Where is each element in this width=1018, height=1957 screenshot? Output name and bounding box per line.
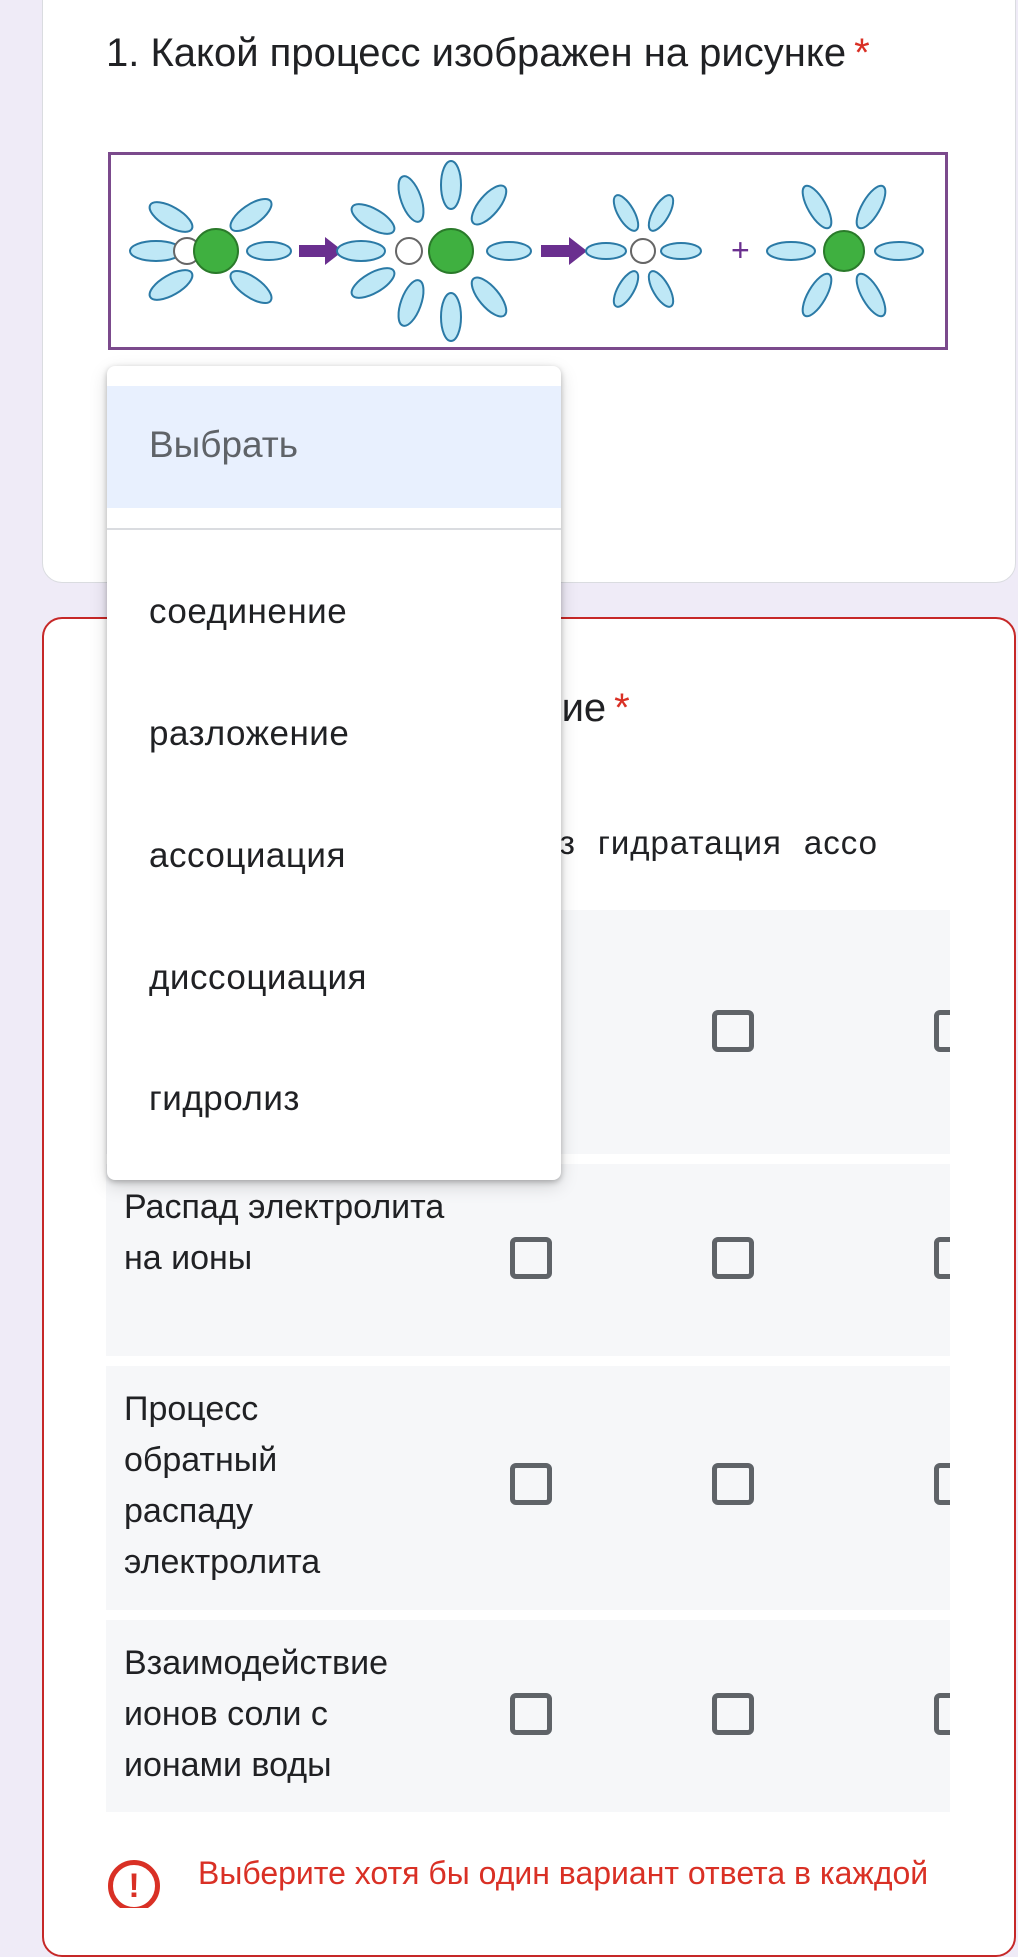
dropdown-placeholder-option[interactable]: Выбрать xyxy=(107,386,561,508)
dropdown-placeholder-label: Выбрать xyxy=(149,424,299,465)
required-asterisk: * xyxy=(854,31,870,75)
grid-row: Процесс обратный распаду электролита xyxy=(106,1366,950,1610)
validation-error: ! Выберите хотя бы один вариант ответа в… xyxy=(108,1848,988,1908)
checkbox[interactable] xyxy=(712,1693,754,1735)
checkbox[interactable] xyxy=(510,1463,552,1505)
checkbox[interactable] xyxy=(712,1237,754,1279)
question-1-title: 1. Какой процесс изображен на рисунке * xyxy=(106,26,870,80)
dropdown-option[interactable]: разложение xyxy=(149,714,349,754)
dropdown-option[interactable]: диссоциация xyxy=(149,958,367,998)
column-header: ассо xyxy=(803,824,878,861)
dropdown-option[interactable]: ассоциация xyxy=(149,836,346,876)
grid-row: Взаимодействие ионов соли с ионами воды xyxy=(106,1620,950,1812)
cl-ion-hydrated xyxy=(766,184,924,318)
required-asterisk: * xyxy=(614,686,630,730)
arrow-2 xyxy=(541,237,587,265)
checkbox[interactable] xyxy=(712,1010,754,1052)
dropdown-option[interactable]: соединение xyxy=(149,592,347,632)
grid-row: Распад электролита на ионы xyxy=(106,1164,950,1356)
row-label: Распад электролита на ионы xyxy=(124,1188,445,1277)
hcl-molecule-polarized xyxy=(336,160,532,342)
question-1-text: 1. Какой процесс изображен на рисунке xyxy=(106,31,847,75)
answer-dropdown-menu: Выбрать соединение разложение ассоциация… xyxy=(107,366,561,1180)
checkbox[interactable] xyxy=(934,1463,950,1505)
row-label: Взаимодействие ионов соли с ионами воды xyxy=(124,1644,388,1784)
error-message: Выберите хотя бы один вариант ответа в к… xyxy=(198,1855,929,1908)
checkbox[interactable] xyxy=(934,1010,950,1052)
question-1-image: + xyxy=(108,152,948,350)
grid-column-headers: лизгидратацияассо xyxy=(520,824,950,868)
checkbox[interactable] xyxy=(934,1693,950,1735)
checkbox[interactable] xyxy=(712,1463,754,1505)
hcl-molecule-hydrated xyxy=(129,197,292,305)
checkbox[interactable] xyxy=(510,1693,552,1735)
plus-sign: + xyxy=(731,232,750,268)
column-header: гидратация xyxy=(597,824,782,861)
error-icon: ! xyxy=(108,1860,160,1908)
checkbox[interactable] xyxy=(510,1237,552,1279)
row-label: Процесс обратный распаду электролита xyxy=(124,1390,321,1581)
dropdown-option[interactable]: гидролиз xyxy=(149,1079,300,1119)
h-ion-hydrated xyxy=(585,194,702,308)
dropdown-divider xyxy=(107,528,561,530)
checkbox[interactable] xyxy=(934,1237,950,1279)
